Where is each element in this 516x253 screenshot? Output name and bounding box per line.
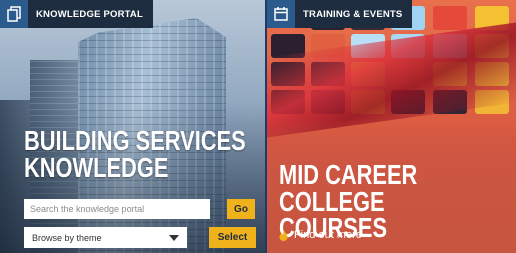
headline-line-1: BUILDING SERVICES — [24, 125, 246, 156]
headline-line-2: KNOWLEDGE — [24, 151, 169, 183]
knowledge-portal-label: KNOWLEDGE PORTAL — [36, 8, 143, 20]
browse-theme-select[interactable]: Browse by theme — [24, 227, 187, 248]
find-out-more-label: Find out more — [294, 229, 362, 241]
select-button[interactable]: Select — [209, 227, 256, 248]
browse-theme-label: Browse by theme — [32, 232, 102, 243]
training-events-panel[interactable]: TRAINING & EVENTS MID CAREER COLLEGE COU… — [267, 0, 516, 253]
training-events-tag[interactable]: TRAINING & EVENTS — [267, 0, 413, 28]
find-out-more-link[interactable]: Find out more — [279, 229, 362, 241]
knowledge-headline: BUILDING SERVICES KNOWLEDGE — [24, 125, 258, 183]
calendar-icon — [267, 0, 295, 28]
flame-icon — [279, 229, 288, 241]
knowledge-portal-tag[interactable]: KNOWLEDGE PORTAL — [0, 0, 153, 28]
knowledge-search-input[interactable] — [24, 199, 210, 219]
knowledge-portal-panel: KNOWLEDGE PORTAL BUILDING SERVICES KNOWL… — [0, 0, 265, 253]
headline-line-1: MID CAREER COLLEGE — [279, 159, 418, 217]
documents-icon — [0, 0, 28, 28]
go-button[interactable]: Go — [227, 199, 255, 219]
square — [433, 6, 467, 30]
chevron-down-icon — [169, 234, 179, 241]
training-events-label: TRAINING & EVENTS — [303, 8, 403, 20]
